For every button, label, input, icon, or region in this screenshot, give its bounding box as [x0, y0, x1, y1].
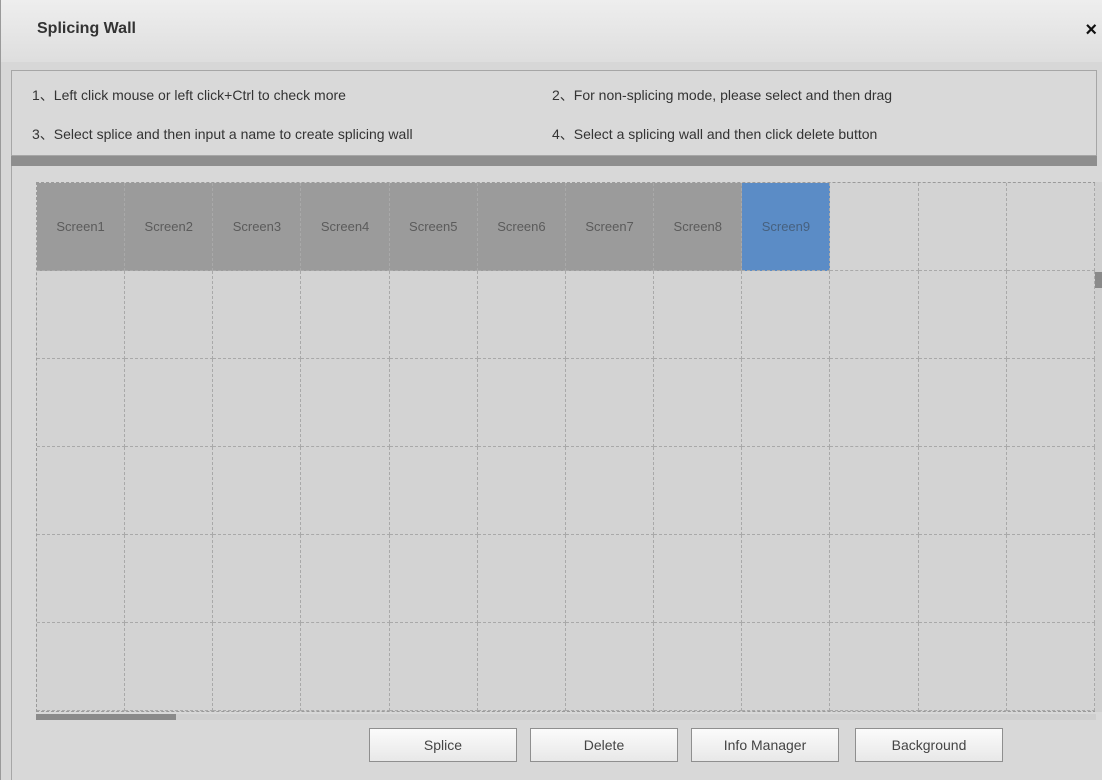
empty-cell[interactable] [477, 447, 566, 535]
screen-cell-2[interactable]: Screen2 [125, 183, 214, 271]
empty-cell[interactable] [477, 623, 566, 711]
empty-cell[interactable] [565, 271, 655, 359]
empty-cell[interactable] [742, 447, 831, 535]
empty-cell[interactable] [654, 359, 743, 447]
empty-cell[interactable] [918, 623, 1007, 711]
empty-cell[interactable] [213, 359, 302, 447]
empty-cell[interactable] [301, 271, 390, 359]
background-button[interactable]: Background [855, 728, 1003, 762]
empty-cell[interactable] [37, 271, 126, 359]
empty-cell[interactable] [918, 535, 1007, 623]
empty-cell[interactable] [565, 535, 655, 623]
empty-cell[interactable] [742, 271, 831, 359]
empty-cell[interactable] [742, 623, 831, 711]
vertical-scrollbar[interactable] [1095, 182, 1102, 712]
panel-divider [11, 156, 1097, 166]
empty-cell[interactable] [389, 271, 478, 359]
dialog-title: Splicing Wall [37, 20, 136, 37]
empty-cell[interactable] [565, 359, 655, 447]
empty-cell[interactable] [389, 447, 478, 535]
empty-cell[interactable] [565, 447, 655, 535]
empty-cell[interactable] [830, 359, 919, 447]
empty-cell[interactable] [654, 271, 743, 359]
empty-cell[interactable] [125, 535, 214, 623]
screen-cell-1[interactable]: Screen1 [37, 183, 126, 271]
empty-cell[interactable] [301, 623, 390, 711]
dialog-titlebar: Splicing Wall × [1, 0, 1102, 62]
empty-cell[interactable] [654, 447, 743, 535]
horizontal-scrollbar[interactable] [36, 714, 1096, 720]
empty-cell[interactable] [830, 183, 919, 271]
empty-cell[interactable] [37, 623, 126, 711]
screen-cell-9[interactable]: Screen9 [742, 183, 831, 271]
empty-cell[interactable] [213, 535, 302, 623]
instruction-4: 4、Select a splicing wall and then click … [552, 126, 878, 142]
empty-cell[interactable] [830, 535, 919, 623]
instruction-1: 1、Left click mouse or left click+Ctrl to… [32, 87, 346, 103]
empty-cell[interactable] [654, 623, 743, 711]
empty-cell[interactable] [1006, 359, 1095, 447]
empty-cell[interactable] [1006, 271, 1095, 359]
empty-cell[interactable] [301, 359, 390, 447]
empty-cell[interactable] [1006, 535, 1095, 623]
empty-cell[interactable] [654, 535, 743, 623]
empty-cell[interactable] [918, 271, 1007, 359]
splice-button[interactable]: Splice [369, 728, 517, 762]
empty-cell[interactable] [125, 447, 214, 535]
empty-cell[interactable] [742, 359, 831, 447]
empty-cell[interactable] [213, 271, 302, 359]
screen-cell-6[interactable]: Screen6 [477, 183, 566, 271]
empty-cell[interactable] [213, 447, 302, 535]
instruction-3: 3、Select splice and then input a name to… [32, 126, 413, 142]
empty-cell[interactable] [565, 623, 655, 711]
empty-cell[interactable] [37, 359, 126, 447]
empty-cell[interactable] [742, 535, 831, 623]
screen-cell-5[interactable]: Screen5 [389, 183, 478, 271]
empty-cell[interactable] [1006, 183, 1095, 271]
empty-cell[interactable] [389, 535, 478, 623]
empty-cell[interactable] [830, 623, 919, 711]
empty-cell[interactable] [830, 271, 919, 359]
empty-cell[interactable] [389, 623, 478, 711]
screen-cell-3[interactable]: Screen3 [213, 183, 302, 271]
info-manager-button[interactable]: Info Manager [691, 728, 839, 762]
empty-cell[interactable] [1006, 447, 1095, 535]
empty-cell[interactable] [918, 183, 1007, 271]
empty-cell[interactable] [477, 271, 566, 359]
empty-cell[interactable] [918, 447, 1007, 535]
empty-cell[interactable] [125, 623, 214, 711]
empty-cell[interactable] [301, 447, 390, 535]
empty-cell[interactable] [477, 535, 566, 623]
screen-cell-8[interactable]: Screen8 [654, 183, 743, 271]
instructions-panel: 1、Left click mouse or left click+Ctrl to… [11, 70, 1097, 156]
empty-cell[interactable] [477, 359, 566, 447]
empty-cell[interactable] [389, 359, 478, 447]
screen-grid: Screen1 Screen2 Screen3 Screen4 Screen5 Scree… [36, 182, 1096, 712]
horizontal-scrollbar-thumb[interactable] [36, 714, 176, 720]
empty-cell[interactable] [37, 447, 126, 535]
empty-cell[interactable] [301, 535, 390, 623]
instruction-2: 2、For non-splicing mode, please select a… [552, 87, 893, 103]
empty-cell[interactable] [830, 447, 919, 535]
empty-cell[interactable] [213, 623, 302, 711]
delete-button[interactable]: Delete [530, 728, 678, 762]
empty-cell[interactable] [125, 359, 214, 447]
empty-cell[interactable] [1006, 623, 1095, 711]
empty-cell[interactable] [918, 359, 1007, 447]
splicing-wall-dialog: Splicing Wall × 1、Left click mouse or le… [0, 0, 1102, 780]
close-icon[interactable]: × [1085, 20, 1097, 40]
empty-cell[interactable] [125, 271, 214, 359]
screen-cell-4[interactable]: Screen4 [301, 183, 390, 271]
vertical-scrollbar-thumb[interactable] [1095, 272, 1102, 288]
screen-cell-7[interactable]: Screen7 [565, 183, 655, 271]
empty-cell[interactable] [37, 535, 126, 623]
